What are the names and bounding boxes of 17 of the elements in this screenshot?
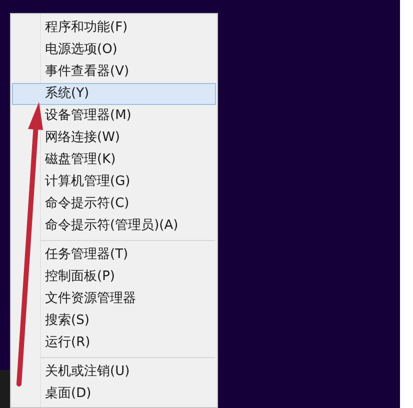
menu-item[interactable]: 搜索(S) [12,310,216,332]
menu-item[interactable]: 命令提示符(C) [12,193,216,215]
menu-item[interactable]: 计算机管理(G) [12,171,216,193]
menu-item[interactable]: 磁盘管理(K) [12,149,216,171]
menu-item[interactable]: 文件资源管理器 [12,288,216,310]
menu-item[interactable]: 桌面(D) [12,383,216,405]
menu-item[interactable]: 任务管理器(T) [12,244,216,266]
menu-item[interactable]: 关机或注销(U) [12,361,216,383]
menu-item[interactable]: 设备管理器(M) [12,105,216,127]
menu-item[interactable]: 网络连接(W) [12,127,216,149]
menu-item[interactable]: 程序和功能(F) [12,17,216,39]
menu-item[interactable]: 电源选项(O) [12,39,216,61]
menu-item[interactable]: 控制面板(P) [12,266,216,288]
menu-item[interactable]: 事件查看器(V) [12,61,216,83]
menu-item[interactable]: 命令提示符(管理员)(A) [12,215,216,237]
menu-item[interactable]: 运行(R) [12,332,216,354]
menu-item[interactable]: 系统(Y) [12,83,216,105]
